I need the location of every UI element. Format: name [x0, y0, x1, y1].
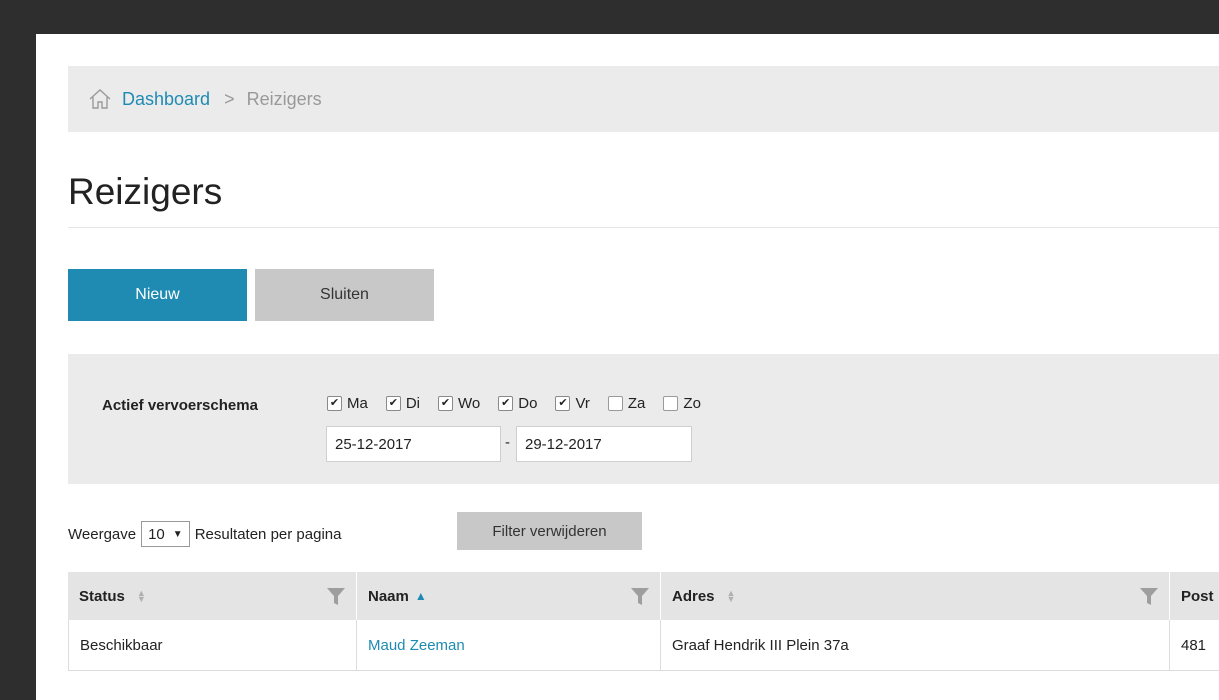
traveler-name-link[interactable]: Maud Zeeman	[368, 637, 465, 654]
breadcrumb-dashboard-link[interactable]: Dashboard	[122, 89, 210, 110]
table-row[interactable]: Beschikbaar Maud Zeeman Graaf Hendrik II…	[68, 620, 1219, 671]
cell-status: Beschikbaar	[68, 620, 357, 670]
column-header-adres[interactable]: Adres ▲ ▼	[661, 572, 1170, 620]
checkbox-icon[interactable]: ✔	[385, 396, 401, 411]
sort-ascending-icon[interactable]: ▲	[415, 589, 427, 603]
day-checkbox-di[interactable]: ✔ Di	[385, 395, 420, 412]
column-header-post[interactable]: Post	[1170, 572, 1219, 620]
schedule-filter-label: Actief vervoerschema	[102, 397, 258, 414]
day-checkbox-za[interactable]: Za	[607, 395, 645, 412]
remove-filter-button[interactable]: Filter verwijderen	[457, 512, 642, 550]
date-to-input[interactable]	[516, 426, 692, 462]
day-checkbox-zo[interactable]: Zo	[663, 395, 701, 412]
title-divider	[68, 227, 1219, 228]
page-size-suffix: Resultaten per pagina	[194, 525, 342, 543]
date-from-input[interactable]	[326, 426, 501, 462]
page-size-control: Weergave 10 ▼ Resultaten per pagina	[68, 521, 341, 547]
cell-post: 481	[1170, 620, 1219, 670]
home-icon[interactable]	[88, 87, 112, 111]
day-checkbox-wo[interactable]: ✔ Wo	[438, 395, 480, 412]
checkbox-icon[interactable]: ✔	[555, 396, 571, 411]
travelers-table: Status ▲ ▼ Naam ▲ Adres ▲ ▼ Post Beschikba…	[68, 572, 1219, 671]
table-header: Status ▲ ▼ Naam ▲ Adres ▲ ▼ Post	[68, 572, 1219, 620]
weekday-checkboxes: ✔ Ma ✔ Di ✔ Wo ✔ Do ✔ Vr Za Zo	[327, 395, 719, 412]
checkbox-icon[interactable]	[663, 396, 679, 411]
page-size-select[interactable]: 10 ▼	[141, 521, 190, 547]
day-checkbox-ma[interactable]: ✔ Ma	[327, 395, 368, 412]
breadcrumb-separator-icon: >	[224, 88, 235, 109]
page: Dashboard > Reizigers Reizigers Nieuw Sl…	[36, 34, 1219, 700]
filter-funnel-icon[interactable]	[1139, 586, 1159, 606]
checkbox-icon[interactable]: ✔	[438, 396, 454, 411]
day-checkbox-vr[interactable]: ✔ Vr	[555, 395, 590, 412]
page-size-prefix: Weergave	[68, 525, 137, 543]
day-checkbox-do[interactable]: ✔ Do	[498, 395, 537, 412]
cell-naam: Maud Zeeman	[357, 620, 661, 670]
breadcrumb-current: Reizigers	[246, 88, 322, 109]
dropdown-arrow-icon: ▼	[172, 528, 183, 540]
close-button[interactable]: Sluiten	[255, 269, 434, 321]
sort-icon[interactable]: ▲ ▼	[137, 589, 146, 604]
column-header-status[interactable]: Status ▲ ▼	[68, 572, 357, 620]
cell-adres: Graaf Hendrik III Plein 37a	[661, 620, 1170, 670]
date-range-separator: -	[505, 434, 510, 451]
checkbox-icon[interactable]	[607, 396, 623, 411]
column-header-naam[interactable]: Naam ▲	[357, 572, 661, 620]
filter-funnel-icon[interactable]	[630, 586, 650, 606]
sort-icon[interactable]: ▲ ▼	[727, 589, 736, 604]
checkbox-icon[interactable]: ✔	[498, 396, 514, 411]
filter-panel: Actief vervoerschema ✔ Ma ✔ Di ✔ Wo ✔ Do ✔ Vr…	[68, 354, 1219, 484]
breadcrumb: Dashboard > Reizigers	[68, 66, 1219, 132]
page-title: Reizigers	[68, 171, 223, 212]
filter-funnel-icon[interactable]	[326, 586, 346, 606]
checkbox-icon[interactable]: ✔	[327, 396, 342, 411]
new-button[interactable]: Nieuw	[68, 269, 247, 321]
